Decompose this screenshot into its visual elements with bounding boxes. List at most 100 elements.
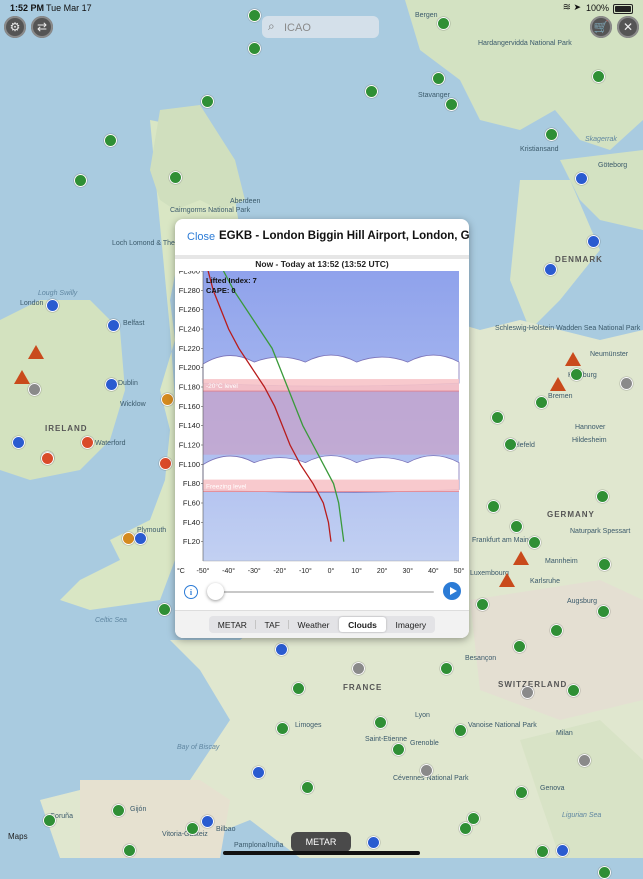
station-marker[interactable]: [536, 845, 549, 858]
station-marker[interactable]: [487, 500, 500, 513]
station-marker[interactable]: [437, 17, 450, 30]
station-marker[interactable]: [432, 72, 445, 85]
tab-weather[interactable]: Weather: [289, 616, 339, 633]
y-tick-label: FL260: [179, 305, 200, 314]
y-tick-label: FL40: [183, 518, 200, 527]
station-marker[interactable]: [186, 822, 199, 835]
refresh-icon[interactable]: ⇄: [31, 16, 53, 38]
play-icon[interactable]: [443, 582, 461, 600]
station-marker[interactable]: [504, 438, 517, 451]
station-marker[interactable]: [276, 722, 289, 735]
station-marker[interactable]: [545, 128, 558, 141]
station-marker[interactable]: [365, 85, 378, 98]
station-marker[interactable]: [392, 743, 405, 756]
warning-marker-icon[interactable]: [499, 573, 515, 587]
station-marker[interactable]: [107, 319, 120, 332]
warning-marker-icon[interactable]: [565, 352, 581, 366]
station-marker[interactable]: [28, 383, 41, 396]
settings-icon[interactable]: ⚙: [4, 16, 26, 38]
station-marker[interactable]: [123, 844, 136, 857]
station-marker[interactable]: [248, 42, 261, 55]
warning-marker-icon[interactable]: [28, 345, 44, 359]
level-band-label: -20°C level: [206, 382, 238, 390]
warning-marker-icon[interactable]: [14, 370, 30, 384]
station-marker[interactable]: [567, 684, 580, 697]
map-label-city: Besançon: [465, 655, 497, 662]
station-marker[interactable]: [301, 781, 314, 794]
tab-metar[interactable]: METAR: [209, 616, 256, 633]
station-marker[interactable]: [535, 396, 548, 409]
x-tick-label: 10°: [351, 567, 362, 575]
cart-icon[interactable]: 🛒: [590, 16, 612, 38]
station-marker[interactable]: [374, 716, 387, 729]
map-label-sea: Lough Swilly: [38, 290, 78, 297]
station-marker[interactable]: [570, 368, 583, 381]
tab-clouds[interactable]: Clouds: [339, 617, 386, 632]
station-marker[interactable]: [528, 536, 541, 549]
tab-imagery[interactable]: Imagery: [387, 616, 435, 633]
station-marker[interactable]: [134, 532, 147, 545]
info-icon[interactable]: i: [184, 585, 198, 599]
x-tick-label: -30°: [248, 567, 261, 575]
station-marker[interactable]: [292, 682, 305, 695]
station-marker[interactable]: [169, 171, 182, 184]
map-label-park: Cévennes National Park: [393, 775, 469, 782]
metar-button[interactable]: METAR: [291, 832, 351, 852]
station-marker[interactable]: [367, 836, 380, 849]
station-marker[interactable]: [112, 804, 125, 817]
close-button[interactable]: Close: [187, 231, 215, 243]
station-marker[interactable]: [74, 174, 87, 187]
station-marker[interactable]: [556, 844, 569, 857]
map-label-park: Hardangervidda National Park: [478, 40, 572, 47]
station-marker[interactable]: [515, 786, 528, 799]
station-marker[interactable]: [476, 598, 489, 611]
station-marker[interactable]: [445, 98, 458, 111]
station-marker[interactable]: [521, 686, 534, 699]
station-marker[interactable]: [491, 411, 504, 424]
tools-icon[interactable]: ✕: [617, 16, 639, 38]
station-marker[interactable]: [104, 134, 117, 147]
level-band-label: Freezing level: [206, 484, 247, 491]
station-marker[interactable]: [597, 605, 610, 618]
station-marker[interactable]: [161, 393, 174, 406]
search-input[interactable]: [282, 18, 376, 37]
station-marker[interactable]: [598, 866, 611, 879]
station-marker[interactable]: [459, 822, 472, 835]
station-marker[interactable]: [81, 436, 94, 449]
station-marker[interactable]: [159, 457, 172, 470]
warning-marker-icon[interactable]: [550, 377, 566, 391]
station-marker[interactable]: [510, 520, 523, 533]
station-marker[interactable]: [352, 662, 365, 675]
station-marker[interactable]: [454, 724, 467, 737]
timeline-slider-knob[interactable]: [207, 583, 224, 600]
station-marker[interactable]: [596, 490, 609, 503]
y-tick-label: FL80: [183, 479, 200, 488]
station-marker[interactable]: [105, 378, 118, 391]
station-marker[interactable]: [513, 640, 526, 653]
station-marker[interactable]: [587, 235, 600, 248]
tab-taf[interactable]: TAF: [256, 616, 289, 633]
y-tick-label: FL200: [179, 363, 200, 372]
station-marker[interactable]: [201, 815, 214, 828]
station-marker[interactable]: [420, 764, 433, 777]
station-marker[interactable]: [41, 452, 54, 465]
station-marker[interactable]: [550, 624, 563, 637]
search-bar[interactable]: ⌕: [262, 16, 379, 38]
search-icon: ⌕: [268, 19, 275, 33]
station-marker[interactable]: [575, 172, 588, 185]
station-marker[interactable]: [158, 603, 171, 616]
station-marker[interactable]: [12, 436, 25, 449]
station-marker[interactable]: [578, 754, 591, 767]
station-marker[interactable]: [592, 70, 605, 83]
station-marker[interactable]: [598, 558, 611, 571]
station-marker[interactable]: [620, 377, 633, 390]
warning-marker-icon[interactable]: [513, 551, 529, 565]
station-marker[interactable]: [43, 814, 56, 827]
station-marker[interactable]: [252, 766, 265, 779]
station-marker[interactable]: [440, 662, 453, 675]
station-marker[interactable]: [544, 263, 557, 276]
station-marker[interactable]: [46, 299, 59, 312]
station-marker[interactable]: [275, 643, 288, 656]
timeline-slider[interactable]: [212, 591, 434, 593]
station-marker[interactable]: [201, 95, 214, 108]
